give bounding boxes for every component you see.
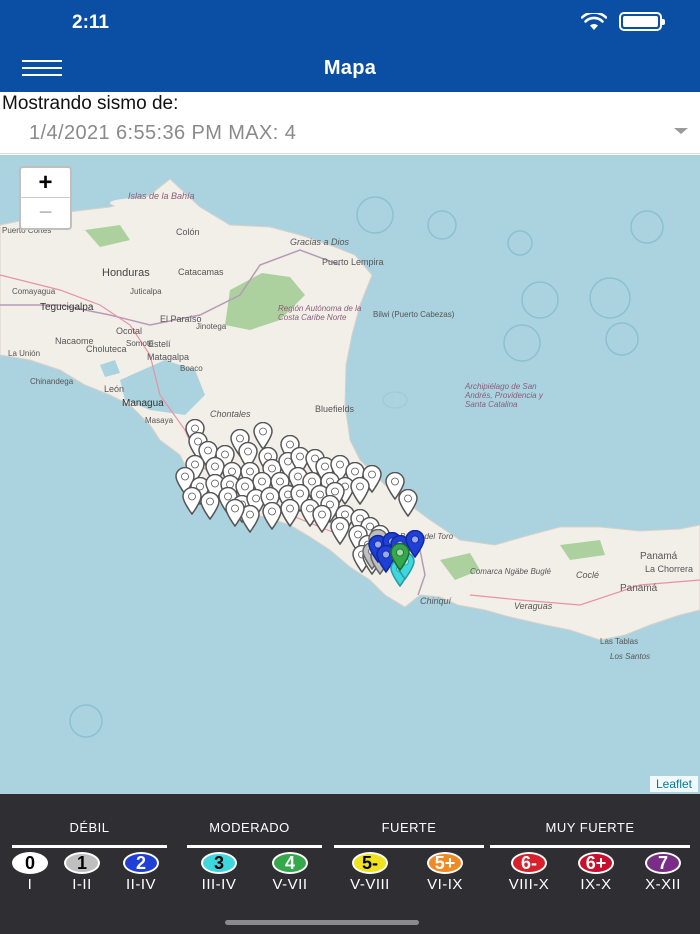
selector-label: Mostrando sismo de: bbox=[2, 93, 179, 114]
place-label: Colón bbox=[176, 227, 200, 237]
place-label: Los Santos bbox=[610, 652, 651, 661]
place-label: Panamá bbox=[640, 551, 678, 562]
intensity-range-label: II-IV bbox=[125, 876, 156, 893]
epicenter-marker[interactable] bbox=[390, 543, 410, 571]
place-label: Chinandega bbox=[30, 377, 74, 386]
legend-category-very-strong: MUY FUERTE bbox=[545, 820, 635, 835]
legend-category-weak: DÉBIL bbox=[69, 820, 110, 835]
place-label: Bilwi (Puerto Cabezas) bbox=[373, 310, 455, 319]
app-header: 2:11 Mapa bbox=[0, 0, 700, 92]
place-label: La Chorrera bbox=[645, 564, 694, 574]
legend-level-1[interactable]: 1 I-II bbox=[50, 852, 114, 893]
place-label: Managua bbox=[122, 398, 164, 409]
legend-divider bbox=[187, 845, 322, 848]
place-label: Tegucigalpa bbox=[40, 302, 94, 313]
legend-level-6[interactable]: 5+ VI-IX bbox=[413, 852, 477, 893]
earthquake-marker[interactable] bbox=[398, 489, 418, 517]
legend-divider bbox=[12, 845, 167, 848]
legend-level-4[interactable]: 4 V-VII bbox=[258, 852, 322, 893]
legend-level-2[interactable]: 2 II-IV bbox=[109, 852, 173, 893]
place-label: Comayagua bbox=[12, 287, 56, 296]
place-label: Ocotal bbox=[116, 326, 143, 336]
legend-divider bbox=[490, 845, 690, 848]
place-label: Jinotega bbox=[196, 322, 227, 331]
place-label: Honduras bbox=[102, 267, 150, 279]
place-label: Bluefields bbox=[315, 404, 355, 414]
place-label: Estelí bbox=[148, 339, 171, 349]
intensity-range-label: V-VII bbox=[272, 876, 308, 893]
intensity-badge: 6+ bbox=[578, 852, 614, 874]
place-label: Región Autónoma de la Costa Caribe Norte bbox=[278, 304, 362, 322]
intensity-range-label: V-VIII bbox=[350, 876, 390, 893]
legend-category-moderate: MODERADO bbox=[209, 820, 290, 835]
place-label: Coclé bbox=[576, 570, 600, 580]
intensity-badge: 1 bbox=[64, 852, 100, 874]
legend-divider bbox=[334, 845, 484, 848]
intensity-badge: 0 bbox=[12, 852, 48, 874]
intensity-range-label: X-XII bbox=[645, 876, 681, 893]
place-label: Boaco bbox=[180, 364, 203, 373]
place-label: Comarca Ngäbe Buglé bbox=[470, 567, 551, 576]
place-label: Archipiélago de San Andrés, Providencia … bbox=[465, 382, 543, 409]
intensity-range-label: I-II bbox=[72, 876, 92, 893]
leaflet-attribution-link[interactable]: Leaflet bbox=[649, 776, 698, 792]
place-label: Juticalpa bbox=[130, 287, 162, 296]
legend-level-9[interactable]: 7 X-XII bbox=[631, 852, 695, 893]
legend-level-5[interactable]: 5- V-VIII bbox=[338, 852, 402, 893]
intensity-range-label: IX-X bbox=[580, 876, 612, 893]
place-label: Gracias a Dios bbox=[290, 237, 350, 247]
earthquake-marker[interactable] bbox=[182, 487, 202, 515]
place-label: Nacaome bbox=[55, 336, 94, 346]
legend-level-3[interactable]: 3 III-IV bbox=[187, 852, 251, 893]
legend-level-8[interactable]: 6+ IX-X bbox=[564, 852, 628, 893]
intensity-badge: 7 bbox=[645, 852, 681, 874]
intensity-legend: DÉBIL MODERADO FUERTE MUY FUERTE 0 I 1 I-II… bbox=[0, 794, 700, 934]
chevron-down-icon bbox=[674, 128, 688, 134]
intensity-badge: 3 bbox=[201, 852, 237, 874]
page-title: Mapa bbox=[323, 57, 377, 79]
intensity-badge: 6- bbox=[511, 852, 547, 874]
intensity-range-label: VI-IX bbox=[427, 876, 463, 893]
intensity-badge: 2 bbox=[123, 852, 159, 874]
battery-icon bbox=[619, 12, 665, 31]
place-label: Panamá bbox=[620, 583, 658, 594]
zoom-control: + − bbox=[19, 166, 72, 230]
earthquake-marker[interactable] bbox=[280, 499, 300, 527]
earthquake-marker[interactable] bbox=[262, 502, 282, 530]
place-label: Chontales bbox=[210, 409, 251, 419]
place-label: Chiriquí bbox=[420, 596, 452, 606]
intensity-badge: 5+ bbox=[427, 852, 463, 874]
place-label: Las Tablas bbox=[600, 637, 639, 646]
place-label: Islas de la Bahía bbox=[128, 191, 195, 201]
earthquake-picker[interactable]: 1/4/2021 6:55:36 PM MAX: 4 bbox=[0, 116, 700, 154]
place-label: Veraguas bbox=[514, 601, 553, 611]
place-label: Matagalpa bbox=[147, 352, 190, 362]
status-time: 2:11 bbox=[72, 12, 109, 33]
place-label: La Unión bbox=[8, 349, 41, 358]
intensity-range-label: III-IV bbox=[201, 876, 237, 893]
earthquake-picker-value: 1/4/2021 6:55:36 PM MAX: 4 bbox=[29, 122, 297, 144]
intensity-range-label: VIII-X bbox=[508, 876, 550, 893]
place-label: León bbox=[104, 384, 125, 394]
wifi-icon bbox=[581, 12, 607, 30]
place-label: Catacamas bbox=[178, 267, 224, 277]
earthquake-marker[interactable] bbox=[200, 492, 220, 520]
legend-category-strong: FUERTE bbox=[381, 820, 437, 835]
earthquake-marker[interactable] bbox=[312, 505, 332, 533]
intensity-badge: 5- bbox=[352, 852, 388, 874]
status-icons bbox=[581, 12, 665, 31]
map-view[interactable]: Islas de la Bahía Colón Gracias a Dios Hond… bbox=[0, 155, 700, 794]
zoom-in-button[interactable]: + bbox=[21, 168, 70, 198]
earthquake-marker[interactable] bbox=[350, 477, 370, 505]
intensity-badge: 4 bbox=[272, 852, 308, 874]
place-label: Puerto Lempira bbox=[322, 257, 384, 267]
zoom-out-button[interactable]: − bbox=[21, 198, 70, 228]
earthquake-marker[interactable] bbox=[225, 499, 245, 527]
earthquake-marker[interactable] bbox=[330, 517, 350, 545]
place-label: Masaya bbox=[145, 416, 174, 425]
legend-level-7[interactable]: 6- VIII-X bbox=[497, 852, 561, 893]
home-indicator bbox=[225, 920, 419, 925]
